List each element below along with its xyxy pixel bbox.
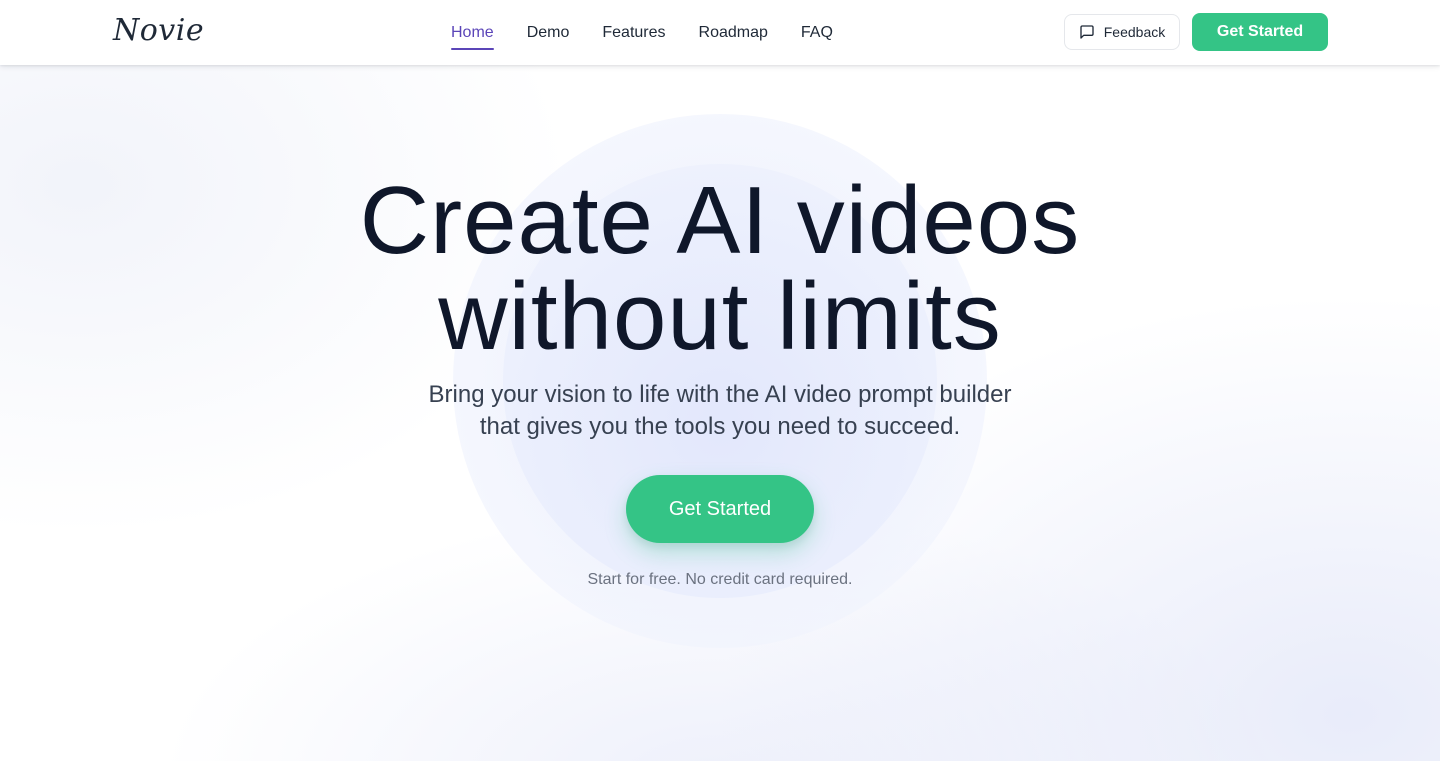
feedback-label: Feedback xyxy=(1103,24,1166,40)
nav-item-features[interactable]: Features xyxy=(602,22,665,44)
nav-item-home[interactable]: Home xyxy=(451,22,494,50)
message-square-icon xyxy=(1079,24,1095,40)
feedback-button[interactable]: Feedback xyxy=(1064,14,1180,50)
site-header: Novie Home Demo Features Roadmap FAQ Fee… xyxy=(0,0,1440,65)
nav-item-faq[interactable]: FAQ xyxy=(801,22,833,44)
nav-item-roadmap[interactable]: Roadmap xyxy=(699,22,768,44)
nav-item-demo[interactable]: Demo xyxy=(527,22,570,44)
hero-get-started-button[interactable]: Get Started xyxy=(626,475,814,543)
hero-headline-line1: Create AI videos xyxy=(359,167,1081,274)
hero-headline-line2: without limits xyxy=(438,263,1002,370)
hero-subtitle-line2: that gives you the tools you need to suc… xyxy=(479,413,961,440)
header-get-started-button[interactable]: Get Started xyxy=(1192,13,1328,51)
logo[interactable]: Novie xyxy=(113,12,204,50)
hero-subtitle: Bring your vision to life with the AI vi… xyxy=(395,379,1045,443)
main-nav: Home Demo Features Roadmap FAQ xyxy=(451,0,833,65)
hero-note: Start for free. No credit card required. xyxy=(587,571,853,588)
hero-section: Create AI videos without limits Bring yo… xyxy=(0,65,1440,761)
hero-subtitle-line1: Bring your vision to life with the AI vi… xyxy=(428,381,1012,408)
